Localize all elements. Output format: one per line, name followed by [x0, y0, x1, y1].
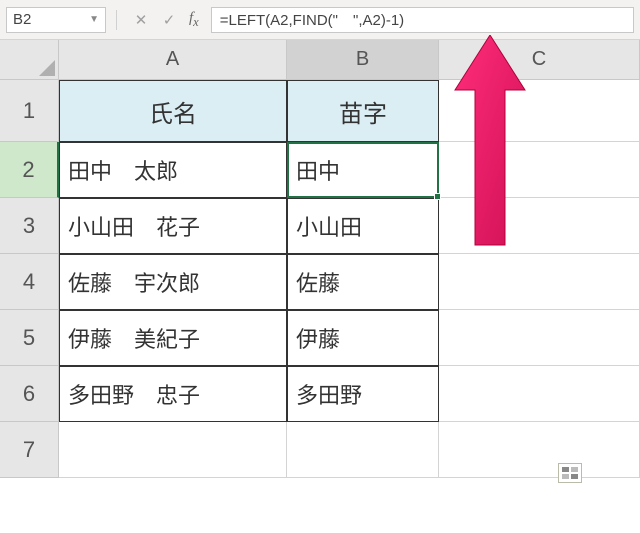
cancel-formula-button[interactable]: ✕ [130, 7, 152, 33]
row-header-7[interactable]: 7 [0, 422, 59, 478]
cell-c2[interactable] [439, 142, 640, 198]
cell-b2[interactable]: 田中 [287, 142, 439, 198]
cell-a6[interactable]: 多田野 忠子 [59, 366, 287, 422]
cell-c4[interactable] [439, 254, 640, 310]
col-header-c[interactable]: C [439, 40, 640, 80]
formula-bar: B2 ▼ ✕ ✓ fx =LEFT(A2,FIND(" ",A2)-1) [0, 0, 640, 40]
row-header-4[interactable]: 4 [0, 254, 59, 310]
cell-b4[interactable]: 佐藤 [287, 254, 439, 310]
enter-formula-button[interactable]: ✓ [158, 7, 180, 33]
autofill-options-button[interactable] [558, 463, 582, 483]
row-headers: 1 2 3 4 5 6 7 [0, 80, 59, 478]
row-header-5[interactable]: 5 [0, 310, 59, 366]
cell-b1[interactable]: 苗字 [287, 80, 439, 142]
cell-b7[interactable] [287, 422, 439, 478]
cell-b5[interactable]: 伊藤 [287, 310, 439, 366]
cell-a1[interactable]: 氏名 [59, 80, 287, 142]
select-all-corner[interactable] [0, 40, 59, 80]
cell-a2[interactable]: 田中 太郎 [59, 142, 287, 198]
cell-a7[interactable] [59, 422, 287, 478]
cell-a3[interactable]: 小山田 花子 [59, 198, 287, 254]
cell-c6[interactable] [439, 366, 640, 422]
cell-c5[interactable] [439, 310, 640, 366]
divider [116, 10, 117, 30]
row-header-3[interactable]: 3 [0, 198, 59, 254]
formula-text: =LEFT(A2,FIND(" ",A2)-1) [220, 9, 404, 30]
cell-c7[interactable] [439, 422, 640, 478]
col-header-b[interactable]: B [287, 40, 439, 80]
cell-a4[interactable]: 佐藤 宇次郎 [59, 254, 287, 310]
cell-a5[interactable]: 伊藤 美紀子 [59, 310, 287, 366]
name-box[interactable]: B2 ▼ [6, 7, 106, 33]
name-box-value: B2 [13, 11, 31, 28]
cell-b6[interactable]: 多田野 [287, 366, 439, 422]
col-header-a[interactable]: A [59, 40, 287, 80]
cell-grid: 氏名 苗字 田中 太郎 田中 小山田 花子 小山田 佐藤 宇次郎 佐藤 伊藤 美… [59, 80, 640, 478]
name-box-dropdown-icon[interactable]: ▼ [89, 14, 99, 25]
row-header-6[interactable]: 6 [0, 366, 59, 422]
cell-c1[interactable] [439, 80, 640, 142]
cell-b3[interactable]: 小山田 [287, 198, 439, 254]
formula-input[interactable]: =LEFT(A2,FIND(" ",A2)-1) [211, 7, 634, 33]
row-header-2[interactable]: 2 [0, 142, 59, 198]
cell-c3[interactable] [439, 198, 640, 254]
row-header-1[interactable]: 1 [0, 80, 59, 142]
fx-icon[interactable]: fx [189, 10, 199, 30]
column-headers: A B C [59, 40, 640, 80]
